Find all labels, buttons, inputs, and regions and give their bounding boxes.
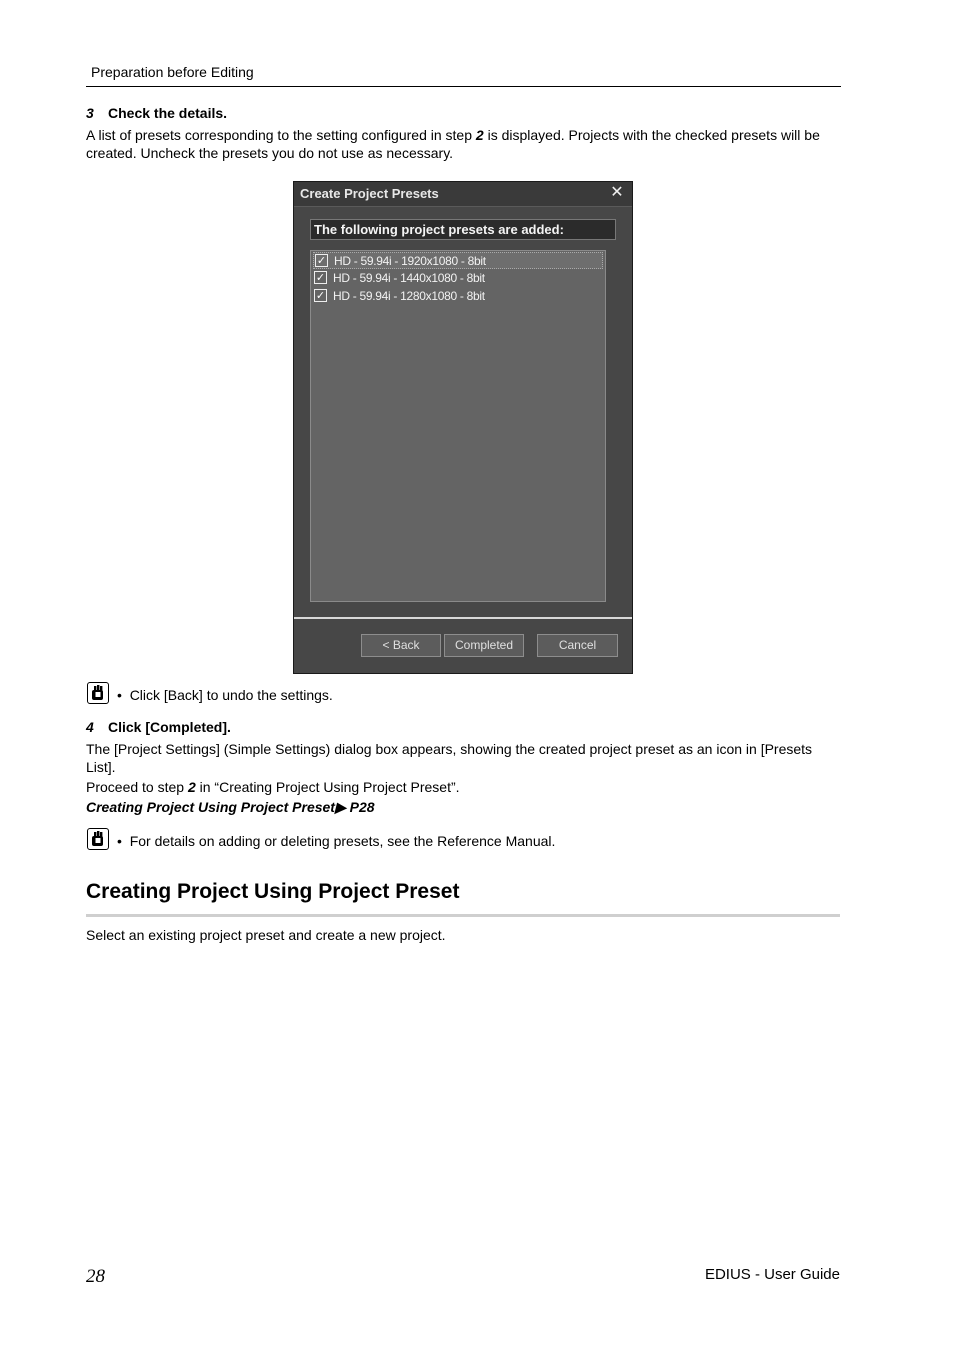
- step-4-title: Click [Completed].: [108, 719, 231, 735]
- note-2: • For details on adding or deleting pres…: [117, 833, 555, 849]
- step-4-paragraph-2: Proceed to step 2 in “Creating Project U…: [86, 778, 841, 796]
- checkbox-checked-icon[interactable]: ✓: [314, 289, 327, 302]
- step-4-heading: 4 Click [Completed].: [86, 719, 231, 735]
- dialog-separator: [294, 617, 632, 619]
- preset-label: HD - 59.94i - 1440x1080 - 8bit: [333, 271, 485, 285]
- step-4-text-a: Proceed to step: [86, 779, 188, 795]
- preset-row[interactable]: ✓ HD - 59.94i - 1280x1080 - 8bit: [313, 288, 603, 305]
- note-hand-icon: [87, 828, 109, 850]
- step-4-text-b: in “Creating Project Using Project Prese…: [195, 779, 460, 795]
- step-4-paragraph-1: The [Project Settings] (Simple Settings)…: [86, 741, 813, 775]
- arrow-right-icon: ▶: [334, 799, 346, 815]
- section-rule: [86, 914, 840, 917]
- note-1: • Click [Back] to undo the settings.: [117, 687, 333, 703]
- cross-reference-link[interactable]: Creating Project Using Project Preset▶ P…: [86, 799, 375, 816]
- checkbox-checked-icon[interactable]: ✓: [314, 271, 327, 284]
- preset-label: HD - 59.94i - 1920x1080 - 8bit: [334, 254, 486, 268]
- note-1-bullet: •: [117, 687, 122, 703]
- note-2-text: For details on adding or deleting preset…: [129, 833, 556, 849]
- footer-guide-title: EDIUS - User Guide: [704, 1266, 840, 1283]
- link-text: Creating Project Using Project Preset: [86, 799, 335, 815]
- step-3-number: 3: [86, 105, 94, 121]
- dialog-title: Create Project Presets: [300, 186, 439, 201]
- step-3-text-a: A list of presets corresponding to the s…: [86, 127, 476, 143]
- dialog-title-bar: Create Project Presets ✕: [294, 182, 632, 207]
- cancel-button[interactable]: Cancel: [537, 634, 618, 657]
- step-4-number: 4: [86, 719, 94, 735]
- back-button[interactable]: < Back: [361, 634, 441, 657]
- step-3-paragraph: A list of presets corresponding to the s…: [86, 126, 841, 162]
- section-title: Creating Project Using Project Preset: [86, 880, 460, 903]
- step-3-title: Check the details.: [108, 105, 228, 121]
- step-3-heading: 3 Check the details.: [86, 105, 227, 121]
- link-page: P28: [349, 799, 375, 815]
- preset-label: HD - 59.94i - 1280x1080 - 8bit: [333, 289, 485, 303]
- note-1-text: Click [Back] to undo the settings.: [129, 687, 333, 703]
- presets-banner: The following project presets are added:: [310, 219, 616, 240]
- section-intro: Select an existing project preset and cr…: [86, 927, 446, 943]
- running-header: Preparation before Editing: [91, 64, 254, 80]
- checkbox-checked-icon[interactable]: ✓: [315, 254, 328, 267]
- note-2-bullet: •: [117, 833, 122, 849]
- preset-row[interactable]: ✓ HD - 59.94i - 1440x1080 - 8bit: [313, 270, 603, 287]
- close-icon[interactable]: ✕: [608, 184, 626, 202]
- step-4-step-ref: 2: [187, 779, 196, 795]
- page-number: 28: [86, 1266, 105, 1287]
- completed-button[interactable]: Completed: [444, 634, 524, 657]
- presets-banner-text: The following project presets are added:: [314, 222, 564, 237]
- preset-row[interactable]: ✓ HD - 59.94i - 1920x1080 - 8bit: [313, 252, 603, 269]
- step-3-step-ref: 2: [475, 127, 484, 143]
- preset-list[interactable]: ✓ HD - 59.94i - 1920x1080 - 8bit ✓ HD - …: [310, 250, 606, 602]
- header-rule: [86, 86, 841, 87]
- note-hand-icon: [87, 682, 109, 704]
- create-project-presets-dialog: Create Project Presets ✕ The following p…: [293, 181, 633, 674]
